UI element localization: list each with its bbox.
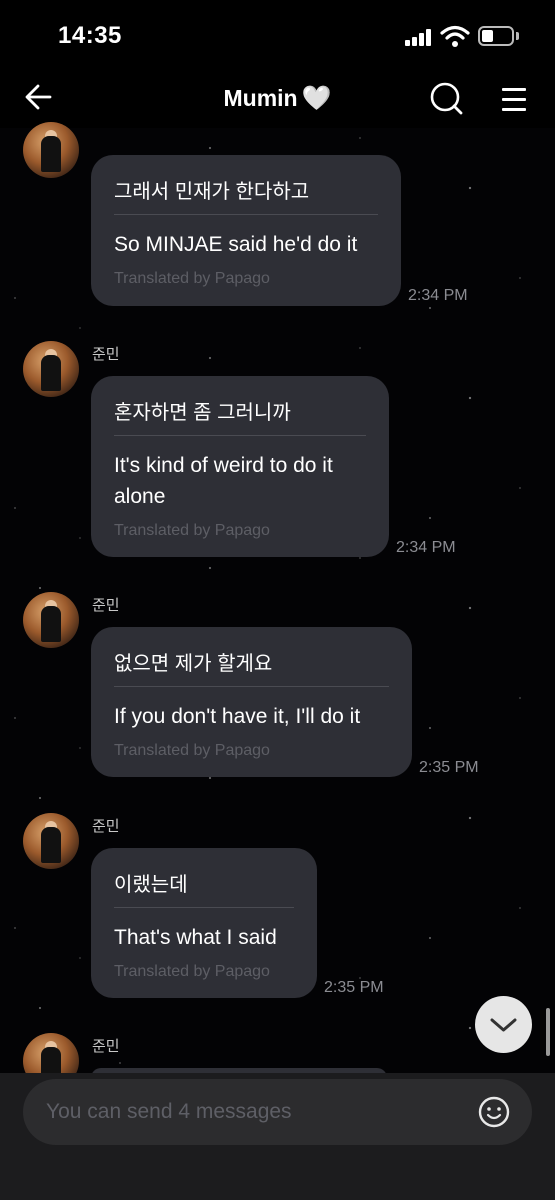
divider [114, 686, 389, 687]
wifi-icon [440, 25, 470, 47]
sender-name: 준민 [92, 818, 120, 835]
battery-nub [516, 32, 519, 40]
divider [114, 435, 366, 436]
original-text: 그래서 민재가 한다하고 [114, 181, 310, 203]
message-time: 2:35 PM [419, 759, 479, 776]
hamburger-menu-icon[interactable] [498, 82, 532, 112]
translation-credit: Translated by Papago [114, 963, 270, 980]
translated-text: So MINJAE said he'd do it [114, 233, 358, 256]
original-text: 혼자하면 좀 그러니까 [114, 402, 291, 424]
translated-text: If you don't have it, I'll do it [114, 705, 361, 728]
cellular-signal-icon [405, 28, 435, 46]
translated-text: It's kind of weird to do it alone [114, 454, 333, 508]
message-bubble[interactable]: 그래서 민재가 한다하고 So MINJAE said he'd do it T… [91, 155, 401, 306]
message-bubble[interactable]: 없으면 제가 할게요 If you don't have it, I'll do… [91, 627, 412, 777]
translation-credit: Translated by Papago [114, 742, 270, 759]
translation-credit: Translated by Papago [114, 270, 270, 287]
chat-title[interactable]: Mumin 🤍 [0, 84, 555, 113]
message-bubble[interactable]: 이랬는데 That's what I said Translated by Pa… [91, 848, 317, 998]
message-input[interactable]: You can send 4 messages [23, 1079, 532, 1145]
translated-text: That's what I said [114, 926, 277, 949]
input-placeholder: You can send 4 messages [46, 1100, 292, 1123]
battery-icon [478, 26, 514, 46]
chat-title-text: Mumin [223, 85, 298, 111]
avatar[interactable] [23, 592, 79, 648]
sender-name: 준민 [92, 597, 120, 614]
original-text: 없으면 제가 할게요 [114, 653, 273, 675]
white-heart-icon: 🤍 [301, 85, 332, 112]
divider [114, 907, 294, 908]
scrollbar[interactable] [546, 1008, 550, 1056]
sender-name: 준민 [92, 346, 120, 363]
original-text: 이랬는데 [114, 874, 188, 896]
avatar[interactable] [23, 813, 79, 869]
smiley-icon[interactable] [477, 1095, 511, 1129]
message-time: 2:35 PM [324, 979, 384, 996]
scroll-to-bottom-button[interactable] [475, 996, 532, 1053]
composer-bar: You can send 4 messages [0, 1073, 555, 1200]
message-time: 2:34 PM [408, 287, 468, 304]
divider [114, 214, 378, 215]
chat-header: Mumin 🤍 [0, 66, 555, 128]
translation-credit: Translated by Papago [114, 522, 270, 539]
sender-name: 준민 [92, 1038, 120, 1055]
avatar[interactable] [23, 122, 79, 178]
message-bubble[interactable]: 혼자하면 좀 그러니까 It's kind of weird to do it … [91, 376, 389, 557]
message-time: 2:34 PM [396, 539, 456, 556]
status-bar: 14:35 [0, 0, 555, 66]
status-time: 14:35 [58, 22, 122, 49]
search-icon[interactable] [426, 80, 466, 116]
avatar[interactable] [23, 341, 79, 397]
chevron-down-icon [490, 1018, 517, 1032]
